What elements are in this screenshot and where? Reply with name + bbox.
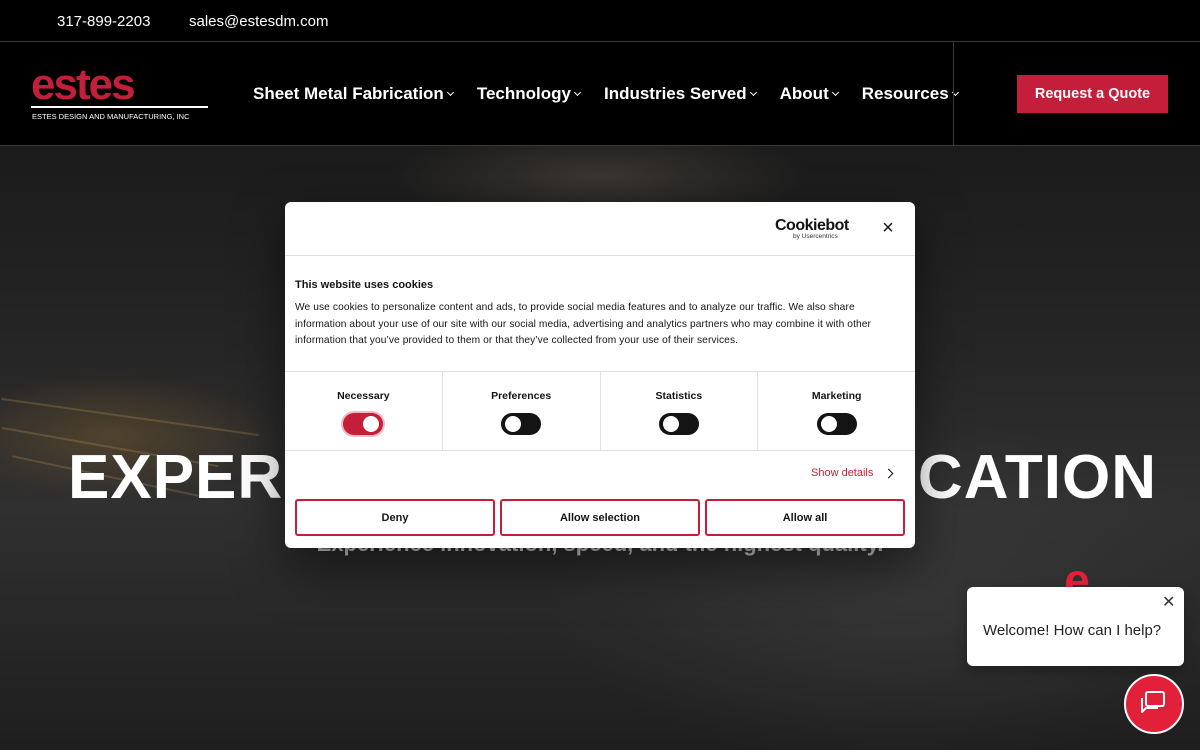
- cookiebot-logo: Cookiebot by Usercentrics: [775, 217, 850, 241]
- nav-item-resources[interactable]: Resources: [861, 84, 959, 104]
- cookie-heading: This website uses cookies: [295, 279, 434, 291]
- preferences-toggle[interactable]: [501, 413, 542, 435]
- toggle-label: Preferences: [491, 390, 552, 402]
- show-details-label: Show details: [811, 467, 874, 479]
- necessary-toggle[interactable]: [343, 413, 384, 435]
- nav-item-technology[interactable]: Technology: [476, 84, 582, 104]
- nav-item-label: Resources: [861, 84, 949, 103]
- chat-welcome-message: Welcome! How can I help?: [983, 622, 1162, 639]
- cookie-dialog-header: Cookiebot by Usercentrics ×: [285, 202, 915, 256]
- chevron-down-icon: [446, 88, 454, 97]
- cookie-description: We use cookies to personalize content an…: [295, 302, 872, 346]
- toggle-cell-preferences: Preferences: [443, 372, 601, 450]
- estes-logo[interactable]: estes ESTES DESIGN AND MANUFACTURING, IN…: [31, 60, 209, 124]
- header-divider: [953, 42, 954, 146]
- toggle-knob: [662, 416, 679, 432]
- toggle-knob: [505, 416, 522, 432]
- cookiebot-brand-sub: by Usercentrics: [793, 233, 838, 240]
- cookie-category-toggles: Necessary Preferences Statistics Marketi…: [285, 371, 915, 451]
- chevron-right-icon: [883, 468, 894, 478]
- statistics-toggle[interactable]: [658, 413, 699, 435]
- chevron-down-icon: [749, 88, 757, 97]
- logo-tagline: ESTES DESIGN AND MANUFACTURING, INC: [32, 112, 190, 121]
- nav-item-sheet-metal-fabrication[interactable]: Sheet Metal Fabrication: [253, 84, 454, 104]
- chevron-down-icon: [573, 88, 582, 97]
- hero-spark-streak: [1, 397, 259, 437]
- cookie-consent-dialog: Cookiebot by Usercentrics × This website…: [285, 202, 915, 548]
- nav-item-about[interactable]: About: [779, 84, 839, 104]
- chat-welcome-bubble[interactable]: ✕ Welcome! How can I help?: [967, 587, 1184, 666]
- logo-rule: [31, 106, 208, 108]
- show-details-link[interactable]: Show details: [811, 467, 894, 479]
- top-contact-bar: 317-899-2203 sales@estesdm.com: [0, 0, 1200, 42]
- site-header: estes ESTES DESIGN AND MANUFACTURING, IN…: [0, 42, 1200, 146]
- nav-item-industries-served[interactable]: Industries Served: [603, 84, 757, 104]
- close-icon[interactable]: ×: [879, 218, 897, 238]
- nav-item-label: About: [779, 84, 829, 103]
- close-icon[interactable]: ✕: [1162, 592, 1175, 612]
- toggle-cell-marketing: Marketing: [758, 372, 915, 450]
- main-nav: Sheet Metal Fabrication Technology Indus…: [253, 84, 982, 104]
- chat-icon: [1141, 691, 1165, 713]
- logo-wordmark: estes: [31, 60, 136, 109]
- phone-link[interactable]: 317-899-2203: [57, 13, 150, 30]
- nav-item-label: Industries Served: [603, 84, 747, 103]
- toggle-label: Necessary: [337, 390, 390, 402]
- toggle-cell-necessary: Necessary: [285, 372, 443, 450]
- chevron-down-icon: [831, 88, 839, 97]
- email-link[interactable]: sales@estesdm.com: [189, 13, 328, 30]
- allow-selection-button[interactable]: Allow selection: [500, 499, 700, 536]
- toggle-knob: [363, 416, 380, 432]
- toggle-knob: [820, 416, 837, 432]
- chat-launcher-button[interactable]: [1124, 674, 1184, 734]
- nav-item-label: Sheet Metal Fabrication: [253, 84, 444, 103]
- toggle-cell-statistics: Statistics: [601, 372, 759, 450]
- nav-item-label: Technology: [476, 84, 571, 103]
- marketing-toggle[interactable]: [816, 413, 857, 435]
- allow-all-button[interactable]: Allow all: [705, 499, 905, 536]
- deny-button[interactable]: Deny: [295, 499, 495, 536]
- toggle-label: Statistics: [655, 390, 703, 402]
- request-quote-button[interactable]: Request a Quote: [1017, 75, 1168, 113]
- toggle-label: Marketing: [811, 390, 862, 402]
